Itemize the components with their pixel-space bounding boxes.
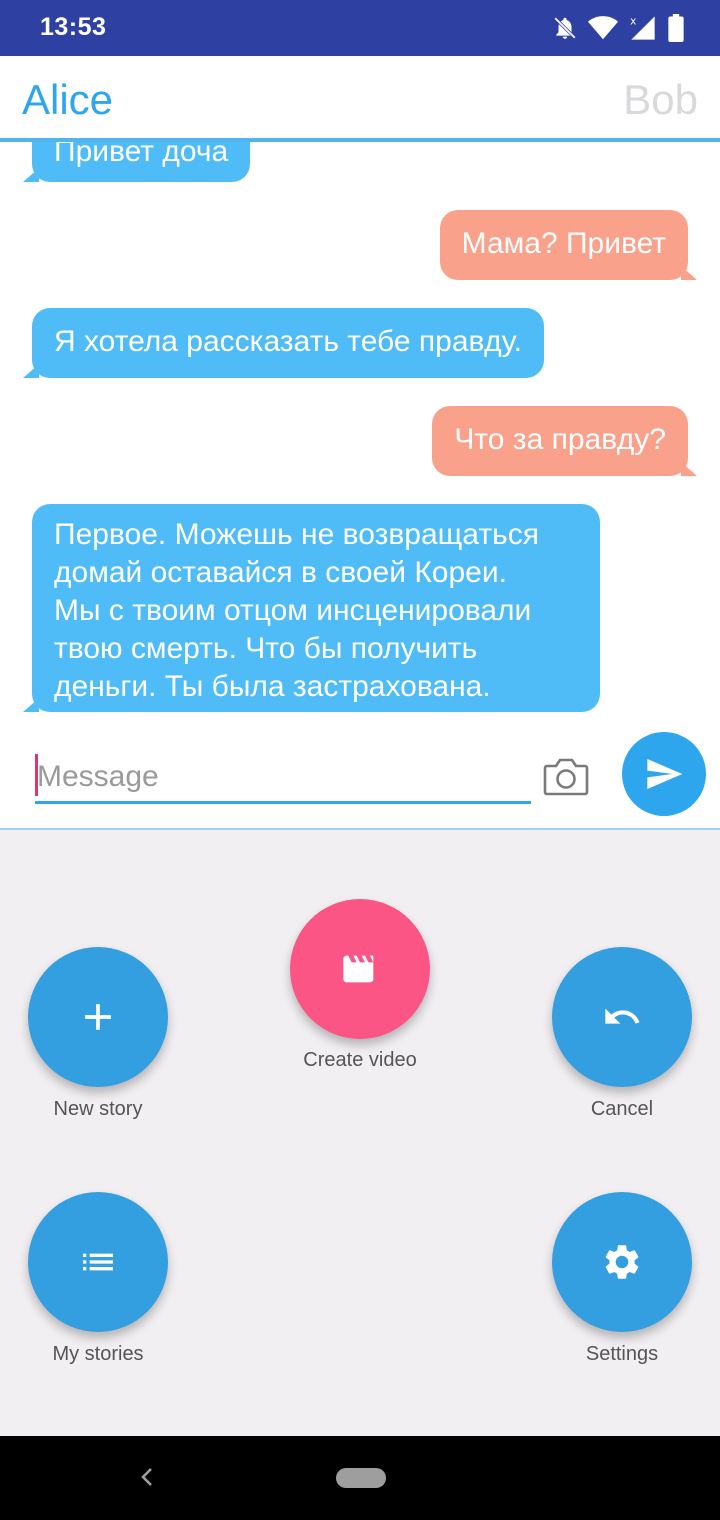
message-bubble-left[interactable]: Привет доча — [22, 142, 251, 182]
message-text: Привет доча — [54, 142, 229, 168]
chat-area[interactable]: Привет доча Мама? Привет Я хотела расска… — [0, 142, 720, 728]
create-video-button[interactable] — [290, 899, 430, 1039]
svg-text:x: x — [630, 16, 636, 28]
send-icon — [647, 759, 683, 789]
send-button[interactable] — [622, 732, 706, 816]
status-icons: x — [552, 12, 684, 44]
message-text: Что за правду? — [454, 423, 666, 456]
undo-icon — [605, 1008, 640, 1024]
back-icon[interactable] — [138, 1462, 156, 1492]
message-bubble-right[interactable]: Мама? Привет — [439, 210, 698, 280]
message-bubble-left[interactable]: Первое. Можешь не возвращаться домай ост… — [23, 504, 600, 712]
wifi-icon — [588, 16, 618, 40]
chat-header: Alice Bob — [0, 56, 720, 142]
new-story-label: New story — [53, 1098, 143, 1120]
right-participant-name[interactable]: Bob — [623, 76, 698, 124]
list-icon — [83, 1253, 113, 1271]
message-line: твою смерть. Что бы получить — [54, 632, 478, 665]
clapperboard-icon — [343, 955, 374, 983]
plus-icon — [85, 1004, 111, 1030]
story-action-menu: Create video New story Cancel My stories… — [0, 830, 720, 1436]
settings-button[interactable] — [552, 1192, 692, 1332]
system-nav-bar — [0, 1436, 720, 1520]
camera-icon[interactable] — [542, 754, 590, 798]
my-stories-label: My stories — [52, 1343, 144, 1365]
message-text: Мама? Привет — [461, 227, 666, 260]
text-cursor — [35, 754, 38, 796]
message-composer — [0, 728, 720, 830]
message-text: Я хотела рассказать тебе правду. — [54, 325, 522, 358]
my-stories-button[interactable] — [28, 1192, 168, 1332]
home-pill[interactable] — [336, 1468, 386, 1488]
status-bar: 13:53 x — [0, 0, 720, 56]
notifications-off-icon — [554, 17, 576, 39]
create-video-label: Create video — [303, 1049, 417, 1071]
message-bubble-left[interactable]: Я хотела рассказать тебе правду. — [23, 308, 544, 378]
message-input[interactable] — [35, 752, 531, 804]
left-participant-name[interactable]: Alice — [22, 76, 113, 124]
gear-icon — [605, 1245, 639, 1279]
message-bubble-right[interactable]: Что за правду? — [432, 406, 697, 476]
message-line: Мы с твоим отцом инсценировали — [54, 594, 532, 627]
message-line: Первое. Можешь не возвращаться — [54, 518, 539, 551]
cancel-label: Cancel — [590, 1098, 654, 1120]
new-story-button[interactable] — [28, 947, 168, 1087]
cell-signal-icon: x — [630, 16, 655, 40]
settings-label: Settings — [585, 1343, 659, 1365]
battery-icon — [668, 14, 684, 42]
message-line: домай оставайся в своей Кореи. — [54, 556, 507, 589]
cancel-button[interactable] — [552, 947, 692, 1087]
message-line: деньги. Ты была застрахована. — [54, 670, 491, 703]
status-time: 13:53 — [40, 13, 107, 41]
